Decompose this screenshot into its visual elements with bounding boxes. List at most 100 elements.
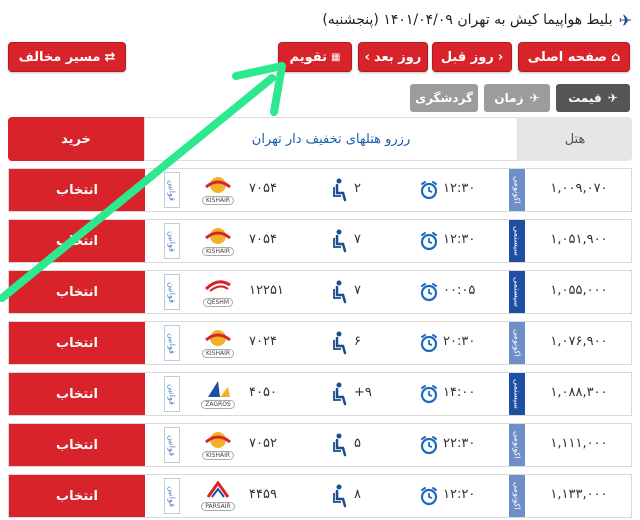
hotel-promo-link[interactable]: رزرو هتلهای تخفیف دار تهران <box>144 117 518 161</box>
reverse-route-label: مسیر مخالف <box>18 49 101 65</box>
rules-link[interactable]: قوانین <box>164 172 180 208</box>
rules-link[interactable]: قوانین <box>164 427 180 463</box>
seat-icon <box>331 433 349 457</box>
airline-name: KISHAIR <box>201 196 235 205</box>
ticket-price: ۱,۱۱۱,۰۰۰ <box>550 436 608 451</box>
seat-count: +۹ <box>354 385 372 400</box>
fare-class-badge: اکونومی <box>509 169 525 211</box>
flight-number: ۷۰۲۴ <box>249 334 277 349</box>
airline-logo: ZAGROS <box>195 377 241 411</box>
seat-icon <box>331 280 349 304</box>
flight-row: انتخاب قوانین QESHM ۱۲۲۵۱ ۷ ۰۰:۰۵ سیستمی ۱,۰۵۵,… <box>8 270 632 314</box>
departure-time: ۱۲:۳۰ <box>443 232 476 247</box>
calendar-button[interactable]: تقویم ▦ <box>278 42 352 72</box>
airplane-icon: ✈ <box>607 91 618 105</box>
airline-name: PARSAIR <box>201 502 235 511</box>
ticket-price: ۱,۰۸۸,۳۰۰ <box>550 385 608 400</box>
sort-price-label: قیمت <box>568 91 602 105</box>
ticket-price: ۱,۰۵۵,۰۰۰ <box>550 283 608 298</box>
airplane-icon: ✈ <box>618 10 632 30</box>
flight-number: ۴۴۵۹ <box>249 487 277 502</box>
fare-class-badge: سیستمی <box>509 220 525 262</box>
reverse-route-button[interactable]: مسیر مخالف ⇄ <box>8 42 126 72</box>
airline-logo: PARSAIR <box>195 479 241 513</box>
airline-logo: KISHAIR <box>195 224 241 258</box>
hotel-column-header: هتل <box>518 117 632 161</box>
select-flight-button[interactable]: انتخاب <box>9 424 145 466</box>
airline-logo: KISHAIR <box>195 428 241 462</box>
next-day-button[interactable]: ‹ روز بعد <box>358 42 428 72</box>
prev-day-button[interactable]: روز قبل › <box>432 42 512 72</box>
sort-time-button[interactable]: زمان ✈ <box>484 84 550 112</box>
airline-logo: KISHAIR <box>195 173 241 207</box>
chevron-right-icon: › <box>497 49 504 65</box>
departure-time: ۱۲:۳۰ <box>443 181 476 196</box>
flight-number: ۷۰۵۴ <box>249 181 277 196</box>
flight-row: انتخاب قوانین KISHAIR ۷۰۲۴ ۶ ۲۰:۳۰ اکونومی ۱,۰۷… <box>8 321 632 365</box>
departure-time: ۱۲:۲۰ <box>443 487 476 502</box>
departure-time: ۲۰:۳۰ <box>443 334 476 349</box>
airline-logo: QESHM <box>195 275 241 309</box>
seat-count: ۵ <box>354 436 361 451</box>
flight-row: انتخاب قوانین ZAGROS ۴۰۵۰ +۹ ۱۴:۰۰ سیستمی ۱,۰۸۸… <box>8 372 632 416</box>
alarm-clock-icon <box>419 231 439 251</box>
chevron-left-icon: ‹ <box>364 49 371 65</box>
prev-day-label: روز قبل <box>440 49 494 65</box>
ticket-price: ۱,۱۳۳,۰۰۰ <box>550 487 608 502</box>
flight-row: انتخاب قوانین KISHAIR ۷۰۵۴ ۷ ۱۲:۳۰ سیستمی ۱,۰۵۱… <box>8 219 632 263</box>
departure-time: ۰۰:۰۵ <box>443 283 476 298</box>
airline-name: KISHAIR <box>201 349 235 358</box>
airline-logo: KISHAIR <box>195 326 241 360</box>
alarm-clock-icon <box>419 435 439 455</box>
home-icon: ⌂ <box>610 49 621 65</box>
select-flight-button[interactable]: انتخاب <box>9 373 145 415</box>
next-day-label: روز بعد <box>374 49 422 65</box>
seat-icon <box>331 229 349 253</box>
seat-count: ۷ <box>354 283 361 298</box>
select-flight-button[interactable]: انتخاب <box>9 220 145 262</box>
seat-count: ۲ <box>354 181 361 196</box>
tour-button[interactable]: گردشگری <box>410 84 478 112</box>
home-button[interactable]: صفحه اصلی ⌂ <box>518 42 630 72</box>
table-header: خرید رزرو هتلهای تخفیف دار تهران هتل <box>8 117 632 161</box>
airline-name: KISHAIR <box>201 451 235 460</box>
flight-row: انتخاب قوانین KISHAIR ۷۰۵۲ ۵ ۲۲:۳۰ اکونومی ۱,۱۱… <box>8 423 632 467</box>
rules-link[interactable]: قوانین <box>164 325 180 361</box>
seat-icon <box>331 331 349 355</box>
select-flight-button[interactable]: انتخاب <box>9 271 145 313</box>
ticket-price: ۱,۰۵۱,۹۰۰ <box>550 232 608 247</box>
rules-link[interactable]: قوانین <box>164 376 180 412</box>
seat-count: ۷ <box>354 232 361 247</box>
departure-time: ۲۲:۳۰ <box>443 436 476 451</box>
select-flight-button[interactable]: انتخاب <box>9 322 145 364</box>
departure-time: ۱۴:۰۰ <box>443 385 476 400</box>
page-title: بلیط هواپیما کیش به تهران ۱۴۰۱/۰۴/۰۹ (پن… <box>322 12 613 28</box>
flight-number: ۱۲۲۵۱ <box>249 283 284 298</box>
ticket-price: ۱,۰۰۹,۰۷۰ <box>550 181 608 196</box>
seat-icon <box>331 178 349 202</box>
fare-class-badge: اکونومی <box>509 322 525 364</box>
rules-link[interactable]: قوانین <box>164 478 180 514</box>
alarm-clock-icon <box>419 180 439 200</box>
select-flight-button[interactable]: انتخاب <box>9 169 145 211</box>
airline-name: KISHAIR <box>201 247 235 256</box>
select-flight-button[interactable]: انتخاب <box>9 475 145 517</box>
home-label: صفحه اصلی <box>527 49 607 65</box>
seat-count: ۸ <box>354 487 361 502</box>
page-title-bar: ✈ بلیط هواپیما کیش به تهران ۱۴۰۱/۰۴/۰۹ (… <box>8 8 632 32</box>
alarm-clock-icon <box>419 282 439 302</box>
alarm-clock-icon <box>419 384 439 404</box>
flight-number: ۷۰۵۲ <box>249 436 277 451</box>
calendar-label: تقویم <box>289 49 327 65</box>
seat-icon <box>331 382 349 406</box>
alarm-clock-icon <box>419 486 439 506</box>
fare-class-badge: اکونومی <box>509 475 525 517</box>
flight-number: ۴۰۵۰ <box>249 385 277 400</box>
sort-time-label: زمان <box>494 91 524 105</box>
buy-column-header: خرید <box>8 117 144 161</box>
rules-link[interactable]: قوانین <box>164 223 180 259</box>
sort-price-button[interactable]: قیمت ✈ <box>556 84 630 112</box>
rules-link[interactable]: قوانین <box>164 274 180 310</box>
fare-class-badge: سیستمی <box>509 373 525 415</box>
seat-count: ۶ <box>354 334 361 349</box>
